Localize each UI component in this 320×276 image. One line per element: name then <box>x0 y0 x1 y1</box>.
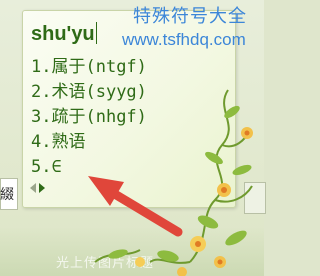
site-watermark-title: 特殊符号大全 <box>133 6 247 27</box>
flower-blossoms-decoration <box>135 127 253 276</box>
leaf-cluster-decoration <box>108 105 252 262</box>
site-watermark-url: www.tsfhdq.com <box>122 30 246 49</box>
red-arrow-icon <box>88 176 183 237</box>
